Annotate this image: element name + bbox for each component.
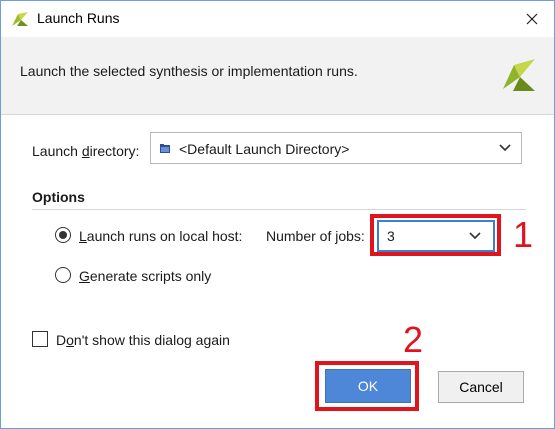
- cancel-button[interactable]: Cancel: [438, 371, 524, 403]
- dialog-description: Launch the selected synthesis or impleme…: [20, 63, 358, 79]
- radio-selected-dot: [59, 231, 67, 239]
- launch-local-host-label[interactable]: Launch runs on local host:: [79, 228, 242, 244]
- launch-local-host-radio[interactable]: [55, 227, 71, 243]
- dialog-header: Launch the selected synthesis or impleme…: [1, 37, 554, 114]
- annotation-box-1: [370, 214, 501, 256]
- options-heading: Options: [32, 189, 85, 205]
- close-icon: [526, 13, 538, 25]
- launch-directory-label: Launch directory:: [32, 143, 140, 159]
- header-separator: [1, 114, 554, 115]
- options-divider: [32, 209, 526, 210]
- folder-icon: [160, 144, 170, 153]
- annotation-number-2: 2: [403, 319, 424, 360]
- vivado-logo-icon: [503, 59, 535, 91]
- launch-runs-dialog: Launch Runs Launch the selected synthesi…: [0, 0, 555, 429]
- annotation-number-1: 1: [513, 214, 534, 255]
- chevron-down-icon: [499, 144, 511, 152]
- ok-button[interactable]: OK: [325, 369, 411, 403]
- dont-show-again-checkbox[interactable]: [32, 331, 48, 347]
- generate-scripts-label[interactable]: Generate scripts only: [79, 268, 211, 284]
- launch-directory-dropdown[interactable]: <Default Launch Directory>: [150, 132, 522, 164]
- title-bar: Launch Runs: [1, 1, 554, 37]
- close-button[interactable]: [518, 5, 546, 33]
- vivado-logo-icon: [12, 12, 28, 26]
- launch-directory-value: <Default Launch Directory>: [179, 141, 350, 157]
- generate-scripts-radio[interactable]: [55, 267, 71, 283]
- window-title: Launch Runs: [37, 10, 120, 26]
- dont-show-again-label[interactable]: Don't show this dialog again: [56, 332, 230, 348]
- number-of-jobs-label: Number of jobs:: [266, 228, 365, 244]
